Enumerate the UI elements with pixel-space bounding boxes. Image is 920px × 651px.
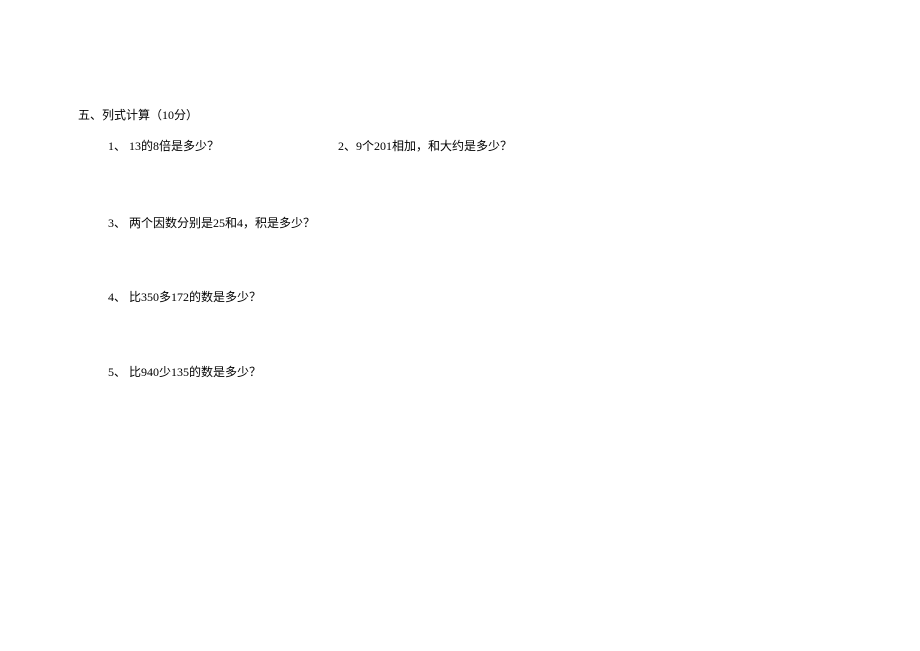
section-title: 五、列式计算（10分） xyxy=(78,107,838,124)
question-3: 3、 两个因数分别是25和4，积是多少？ xyxy=(78,215,838,232)
question-2: 2、9个201相加，和大约是多少？ xyxy=(338,138,838,155)
question-1: 1、 13的8倍是多少？ xyxy=(108,138,338,155)
question-5: 5、 比940少135的数是多少？ xyxy=(78,364,838,381)
question-row-1-2: 1、 13的8倍是多少？ 2、9个201相加，和大约是多少？ xyxy=(78,138,838,155)
question-4: 4、 比350多172的数是多少？ xyxy=(78,289,838,306)
exam-page: 五、列式计算（10分） 1、 13的8倍是多少？ 2、9个201相加，和大约是多… xyxy=(78,107,838,381)
